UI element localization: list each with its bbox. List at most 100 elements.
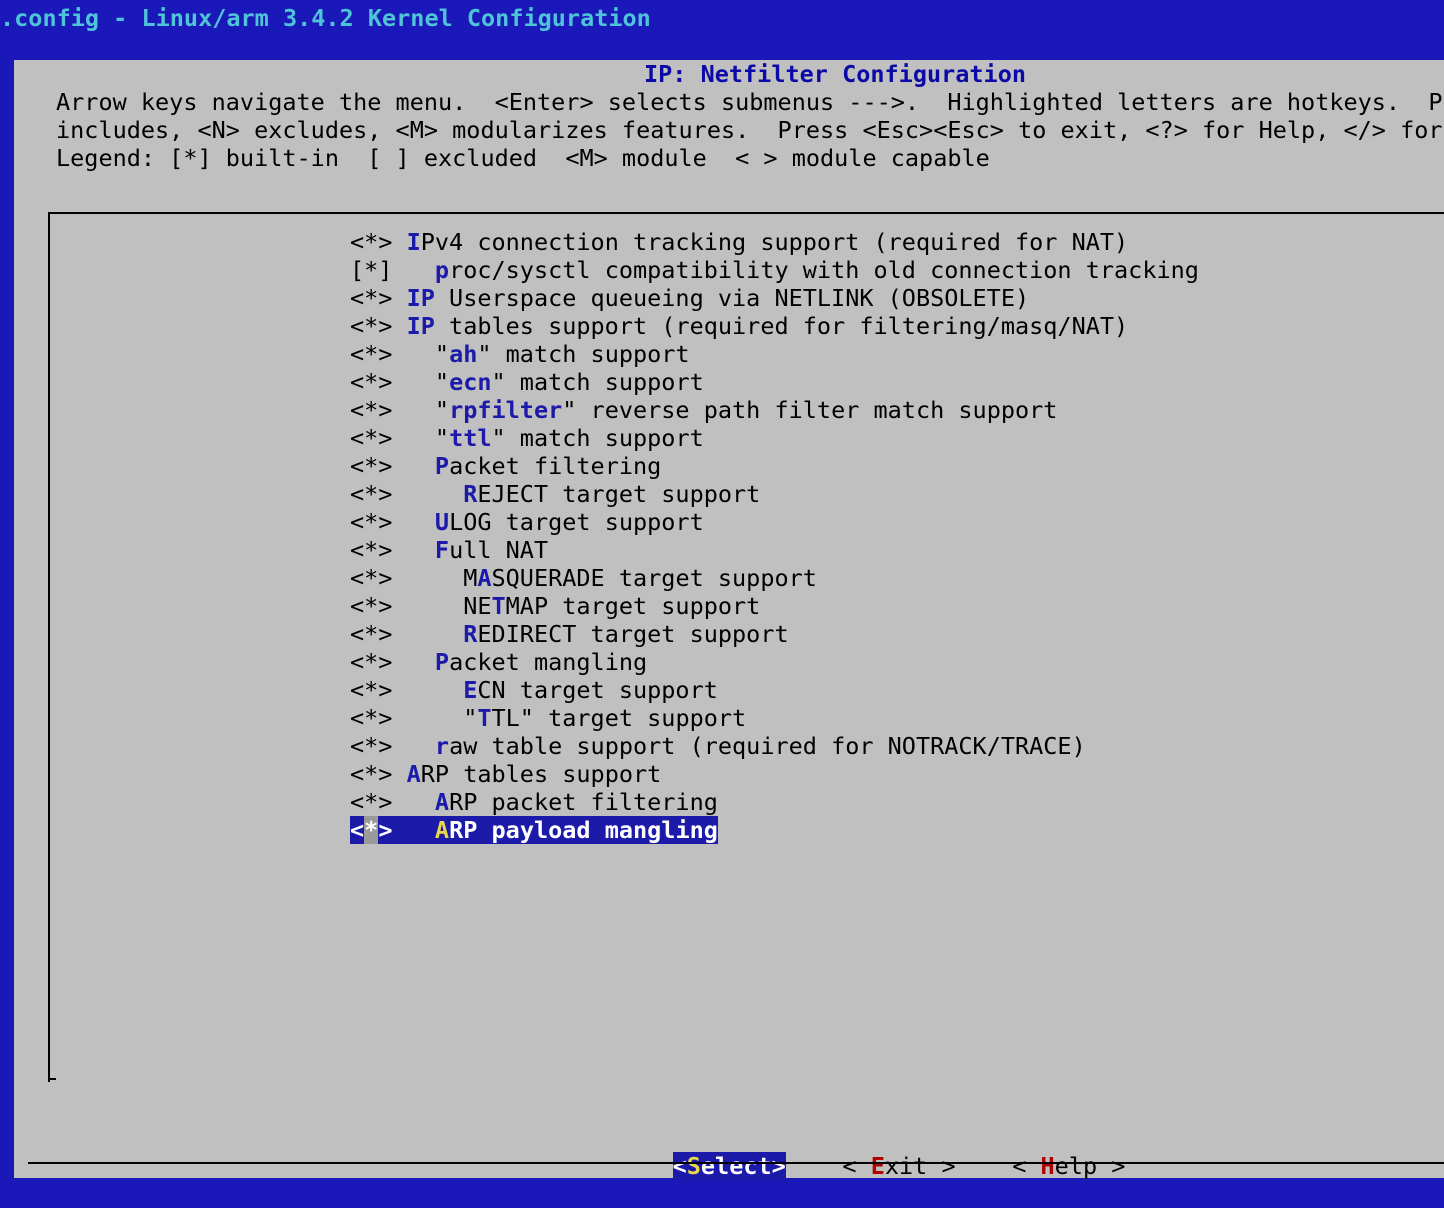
exit-button[interactable]: < Exit > <box>842 1152 955 1180</box>
exit-button-hotkey: E <box>870 1152 885 1180</box>
menu-item-indent <box>407 424 435 452</box>
select-button-hotkey: S <box>686 1152 701 1180</box>
menu-item[interactable]: [*] proc/sysctl compatibility with old c… <box>350 256 1199 284</box>
menu-item-state: <*> <box>350 704 393 732</box>
menu-item-hotkey: A <box>477 564 492 592</box>
menu-item[interactable]: <*> "rpfilter" reverse path filter match… <box>350 396 1199 424</box>
menu-item[interactable]: <*> "ttl" match support <box>350 424 1199 452</box>
menu-item-prefix: " <box>434 396 450 424</box>
exit-button-left: < <box>842 1152 871 1180</box>
menu-item-label: LOG target support <box>449 508 704 536</box>
menu-item-indent <box>407 564 464 592</box>
menu-item-label: " match support <box>491 424 704 452</box>
menu-item-hotkey: A <box>434 788 450 816</box>
menu-item-label: EJECT target support <box>477 480 761 508</box>
menu-item[interactable]: <*> REDIRECT target support <box>350 620 1199 648</box>
menu-item[interactable]: <*> "ecn" match support <box>350 368 1199 396</box>
menu-item[interactable]: <*> ULOG target support <box>350 508 1199 536</box>
menu-item[interactable]: <*> ARP tables support <box>350 760 1199 788</box>
menu-item-hotkey: ecn <box>449 368 492 396</box>
menu-item-indent <box>407 620 464 648</box>
menu-item-hotkey: P <box>434 452 450 480</box>
menu-item[interactable]: <*> Full NAT <box>350 536 1199 564</box>
menu-item[interactable]: <*> Packet filtering <box>350 452 1199 480</box>
help-button-right: > <box>1097 1152 1126 1180</box>
menu-item-hotkey: IP <box>406 312 435 340</box>
menu-item-indent <box>407 816 435 844</box>
menu-item-hotkey: R <box>463 620 478 648</box>
menu-item-prefix: " <box>463 704 478 732</box>
menu-box-corner <box>48 1078 56 1080</box>
menu-item-label: Pv4 connection tracking support (require… <box>420 228 1129 256</box>
menu-item-state: <*> <box>350 452 393 480</box>
menu-item-indent <box>407 452 435 480</box>
menu-list: <*> IPv4 connection tracking support (re… <box>350 228 1199 844</box>
menu-item-label: aw table support (required for NOTRACK/T… <box>449 732 1086 760</box>
exit-button-label: xit <box>884 1152 928 1180</box>
menu-item-hotkey: ttl <box>449 424 492 452</box>
menu-item[interactable]: <*> NETMAP target support <box>350 592 1199 620</box>
help-button[interactable]: < Help > <box>1012 1152 1125 1180</box>
menu-item[interactable]: <*> Packet mangling <box>350 648 1199 676</box>
menu-item-hotkey: F <box>434 536 450 564</box>
menu-item-indent <box>407 368 435 396</box>
menu-item-indent <box>407 788 435 816</box>
select-button-left: < <box>672 1152 687 1180</box>
menu-item[interactable]: <*> IP Userspace queueing via NETLINK (O… <box>350 284 1199 312</box>
menu-item-state: <*> <box>350 620 393 648</box>
menu-item-state: [*] <box>350 256 393 284</box>
menu-item[interactable]: <*> "ah" match support <box>350 340 1199 368</box>
menu-item[interactable]: <*> MASQUERADE target support <box>350 564 1199 592</box>
select-button-right: > <box>771 1152 786 1180</box>
menu-item[interactable]: <*> REJECT target support <box>350 480 1199 508</box>
menu-item-state: <*> <box>350 592 393 620</box>
menu-item-label: tables support (required for filtering/m… <box>434 312 1129 340</box>
menu-item-state: <*> <box>350 816 393 844</box>
menu-item-label: Userspace queueing via NETLINK (OBSOLETE… <box>434 284 1030 312</box>
menu-item-hotkey: rpfilter <box>449 396 563 424</box>
menu-item[interactable]: <*> raw table support (required for NOTR… <box>350 732 1199 760</box>
menu-item[interactable]: <*> ARP packet filtering <box>350 788 1199 816</box>
legend-line: Legend: [*] built-in [ ] excluded <M> mo… <box>56 144 990 172</box>
menu-item-label: SQUERADE target support <box>491 564 817 592</box>
menu-item-indent <box>407 592 464 620</box>
menu-item-state: <*> <box>350 424 393 452</box>
menu-item-prefix: NE <box>463 592 492 620</box>
menu-item-state: <*> <box>350 396 393 424</box>
help-button-left: < <box>1012 1152 1041 1180</box>
menu-item[interactable]: <*> IP tables support (required for filt… <box>350 312 1199 340</box>
select-button-label: elect <box>700 1152 772 1180</box>
menu-item-state: <*> <box>350 564 393 592</box>
menu-item-hotkey: R <box>463 480 478 508</box>
menu-item-label: RP packet filtering <box>449 788 718 816</box>
menu-item-state: <*> <box>350 508 393 536</box>
menu-item-label: roc/sysctl compatibility with old connec… <box>449 256 1199 284</box>
menu-item-hotkey: T <box>477 704 492 732</box>
dialog-title: IP: Netfilter Configuration <box>644 60 1027 88</box>
menu-item-label: acket filtering <box>449 452 662 480</box>
bottom-rule <box>28 1162 1444 1164</box>
menu-item[interactable]: <*> ECN target support <box>350 676 1199 704</box>
menu-item-hotkey: p <box>434 256 450 284</box>
menu-item-indent <box>407 648 435 676</box>
menu-item-state: <*> <box>350 480 393 508</box>
menu-item-hotkey: A <box>406 760 421 788</box>
menu-item[interactable]: <*> ARP payload mangling <box>350 816 1199 844</box>
menu-item-hotkey: T <box>491 592 506 620</box>
menu-item-label: " match support <box>491 368 704 396</box>
menu-item-prefix: " <box>434 424 450 452</box>
help-button-label: elp <box>1054 1152 1098 1180</box>
exit-button-right: > <box>927 1152 956 1180</box>
menu-item-prefix: " <box>434 340 450 368</box>
menu-item-state: <*> <box>350 228 393 256</box>
menu-item[interactable]: <*> "TTL" target support <box>350 704 1199 732</box>
menu-item-label: " reverse path filter match support <box>562 396 1058 424</box>
menu-item[interactable]: <*> IPv4 connection tracking support (re… <box>350 228 1199 256</box>
menu-item-hotkey: U <box>434 508 450 536</box>
menu-item-state: <*> <box>350 284 393 312</box>
menu-item-state: <*> <box>350 732 393 760</box>
menu-item-indent <box>407 480 464 508</box>
menu-item-state: <*> <box>350 676 393 704</box>
select-button[interactable]: <Select> <box>672 1152 786 1180</box>
menu-item-label: MAP target support <box>505 592 761 620</box>
